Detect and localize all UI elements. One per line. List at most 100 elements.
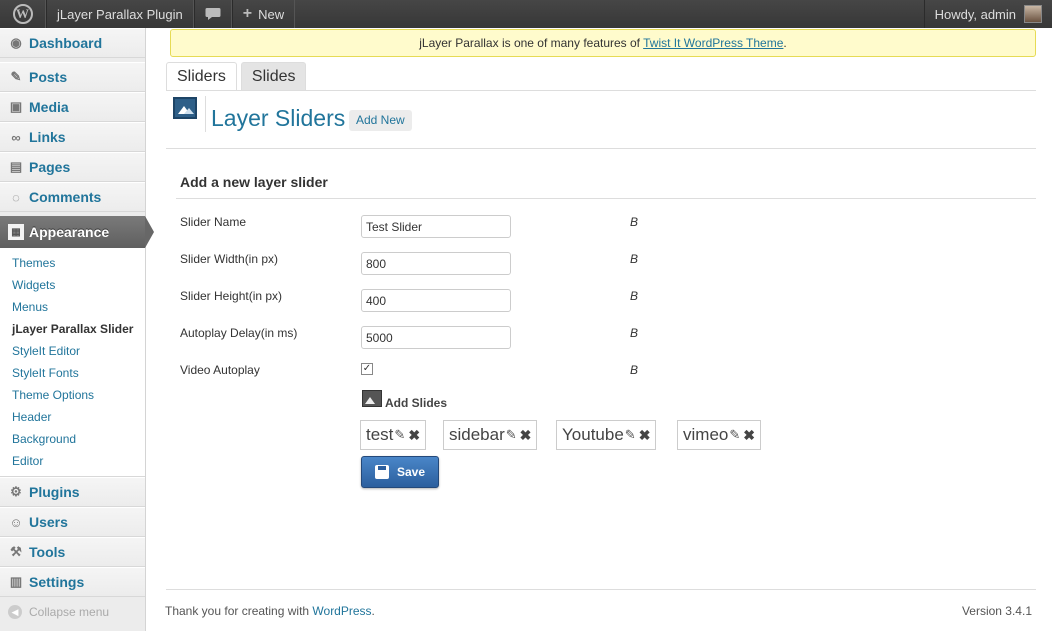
bold-note: B — [630, 326, 639, 340]
slider-width-input[interactable] — [361, 252, 511, 275]
pencil-icon[interactable]: ✎ — [394, 427, 405, 443]
slide-chip: vimeo ✎ ✖ — [677, 420, 761, 450]
slide-name: test — [366, 425, 394, 444]
sidebar-item-plugins[interactable]: ⚙ Plugins — [0, 477, 145, 507]
slide-name: vimeo — [683, 425, 729, 444]
slider-name-input[interactable] — [361, 215, 511, 238]
slider-name-label: Slider Name — [180, 215, 247, 229]
delete-icon[interactable]: ✖ — [520, 427, 532, 444]
plus-icon: + — [242, 5, 253, 22]
footer-rule — [166, 589, 1036, 590]
bold-note: B — [630, 252, 639, 266]
pages-icon: ▤ — [9, 159, 23, 174]
delete-icon[interactable]: ✖ — [743, 427, 755, 444]
autoplay-delay-label: Autoplay Delay(in ms) — [180, 326, 298, 340]
slider-height-input[interactable] — [361, 289, 511, 312]
footer-thanks: Thank you for creating with WordPress. — [165, 604, 375, 618]
submenu-item-jlayer-parallax-slider[interactable]: jLayer Parallax Slider — [0, 318, 145, 340]
header-divider — [205, 96, 206, 132]
sidebar-item-tools[interactable]: ⚒ Tools — [0, 537, 145, 567]
sidebar-item-label: Media — [29, 99, 69, 115]
submenu-item-menus[interactable]: Menus — [0, 296, 145, 318]
submenu-item-editor[interactable]: Editor — [0, 450, 145, 472]
pencil-icon[interactable]: ✎ — [625, 427, 636, 443]
sidebar-item-label: Settings — [29, 574, 85, 590]
footer-thanks-prefix: Thank you for creating with — [165, 604, 313, 618]
link-icon: ∞ — [11, 129, 21, 145]
pin-icon: ✎ — [10, 69, 22, 84]
header-rule — [166, 148, 1036, 149]
slider-height-label: Slider Height(in px) — [180, 289, 283, 303]
sidebar-item-appearance[interactable]: ▦ Appearance — [0, 216, 154, 248]
sidebar-item-pages[interactable]: ▤ Pages — [0, 152, 145, 182]
appearance-submenu: Themes Widgets Menus jLayer Parallax Sli… — [0, 248, 145, 477]
wordpress-logo-button[interactable]: W — [0, 0, 46, 28]
delete-icon[interactable]: ✖ — [639, 427, 651, 444]
footer-version: Version 3.4.1 — [961, 604, 1032, 618]
video-autoplay-checkbox[interactable]: ✓ — [361, 363, 373, 375]
site-name-link[interactable]: jLayer Parallax Plugin — [46, 0, 194, 28]
collapse-arrow-icon: ◀ — [8, 605, 22, 619]
sidebar-item-label: Appearance — [29, 224, 110, 240]
sidebar-item-posts[interactable]: ✎ Posts — [0, 62, 145, 92]
sidebar-item-users[interactable]: ☺ Users — [0, 507, 145, 537]
submenu-item-styleit-fonts[interactable]: StyleIt Fonts — [0, 362, 145, 384]
account-menu[interactable]: Howdy, admin — [923, 0, 1052, 28]
sidebar-item-label: Pages — [29, 159, 71, 175]
floppy-disk-icon — [374, 465, 389, 479]
site-name-label: jLayer Parallax Plugin — [57, 6, 183, 22]
sidebar-item-label: Tools — [29, 544, 66, 560]
howdy-label: Howdy, admin — [934, 6, 1016, 22]
submenu-item-background[interactable]: Background — [0, 428, 145, 450]
tab-sliders[interactable]: Sliders — [166, 62, 237, 91]
media-icon: ▣ — [9, 99, 23, 114]
add-slides-icon — [362, 390, 382, 407]
submenu-item-styleit-editor[interactable]: StyleIt Editor — [0, 340, 145, 362]
bold-note: B — [630, 363, 639, 377]
sidebar-item-links[interactable]: ∞ Links — [0, 122, 145, 152]
admin-bar: W jLayer Parallax Plugin + New Howdy, ad… — [0, 0, 1052, 28]
add-slides-label: Add Slides — [385, 396, 448, 410]
add-new-button[interactable]: Add New — [349, 110, 412, 131]
theme-link[interactable]: Twist It WordPress Theme — [643, 36, 783, 50]
tab-slides[interactable]: Slides — [240, 62, 307, 91]
delete-icon[interactable]: ✖ — [408, 427, 420, 444]
form-rule — [176, 198, 1036, 199]
slide-chip: Youtube ✎ ✖ — [556, 420, 657, 450]
slide-name: Youtube — [562, 425, 624, 444]
submenu-item-header[interactable]: Header — [0, 406, 145, 428]
plugins-icon: ⚙ — [10, 484, 22, 499]
sidebar-item-label: Dashboard — [29, 35, 103, 51]
save-label: Save — [396, 465, 426, 479]
tab-divider — [166, 90, 1036, 91]
avatar — [1024, 5, 1042, 23]
submenu-item-theme-options[interactable]: Theme Options — [0, 384, 145, 406]
video-autoplay-label: Video Autoplay — [180, 363, 260, 377]
sidebar-item-comments[interactable]: ◌ Comments — [0, 182, 145, 212]
sidebar-item-label: Links — [29, 129, 66, 145]
sidebar-item-label: Users — [29, 514, 68, 530]
appearance-icon: ▦ — [8, 224, 24, 240]
slide-chip: test ✎ ✖ — [360, 420, 427, 450]
new-label: New — [258, 6, 285, 22]
sidebar-item-dashboard[interactable]: ◉ Dashboard — [0, 28, 145, 58]
users-icon: ☺ — [9, 514, 23, 530]
autoplay-delay-input[interactable] — [361, 326, 511, 349]
theme-notice: jLayer Parallax is one of many features … — [170, 29, 1036, 57]
pencil-icon[interactable]: ✎ — [506, 427, 517, 443]
admin-sidebar: ◉ Dashboard ✎ Posts ▣ Media ∞ Links ▤ Pa… — [0, 28, 154, 631]
comments-button[interactable] — [193, 0, 232, 28]
tools-icon: ⚒ — [10, 544, 22, 559]
bold-note: B — [630, 289, 639, 303]
new-content-button[interactable]: + New — [231, 0, 296, 28]
pencil-icon[interactable]: ✎ — [729, 427, 740, 443]
slider-width-label: Slider Width(in px) — [180, 252, 279, 266]
settings-icon: ▥ — [9, 574, 23, 589]
wordpress-link[interactable]: WordPress — [312, 604, 371, 618]
submenu-item-themes[interactable]: Themes — [0, 252, 145, 274]
save-button[interactable]: Save — [361, 456, 439, 488]
sidebar-item-settings[interactable]: ▥ Settings — [0, 567, 145, 597]
collapse-menu-button[interactable]: ◀ Collapse menu — [0, 597, 145, 627]
submenu-item-widgets[interactable]: Widgets — [0, 274, 145, 296]
sidebar-item-media[interactable]: ▣ Media — [0, 92, 145, 122]
